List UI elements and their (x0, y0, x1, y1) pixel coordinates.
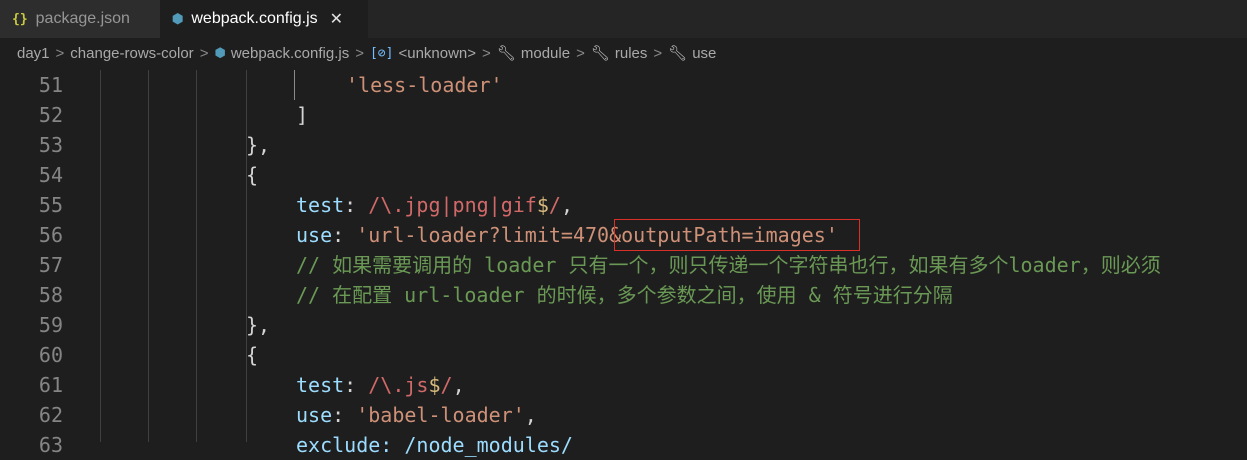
tab-label: webpack.config.js (191, 10, 318, 27)
code-token: use (296, 223, 333, 247)
code-token: exclude: /node_modules/ (296, 433, 573, 457)
code-line[interactable]: 63 exclude: /node_modules/ (0, 430, 1247, 460)
breadcrumb-item-file[interactable]: ⬢ webpack.config.js (214, 45, 349, 62)
code-token: , (452, 373, 465, 397)
line-number: 62 (38, 403, 63, 427)
code-token: }, (246, 313, 271, 337)
wrench-icon: 🔧︎ (668, 45, 688, 62)
wrench-icon: 🔧︎ (590, 45, 610, 62)
line-number: 63 (38, 433, 63, 457)
code-token: use (296, 403, 333, 427)
code-token: : (332, 223, 357, 247)
code-token: / (440, 373, 453, 397)
chevron-right-icon: > (482, 44, 491, 62)
code-line[interactable]: 53}, (0, 130, 1247, 160)
code-token: test (296, 193, 345, 217)
code-token: /\.js (368, 373, 429, 397)
line-number: 53 (38, 133, 63, 157)
line-number: 61 (38, 373, 63, 397)
code-line[interactable]: 60 { (0, 340, 1247, 370)
breadcrumb: day1 > change-rows-color > ⬢ webpack.con… (0, 38, 1247, 68)
breadcrumb-item-rules[interactable]: 🔧︎ rules (590, 44, 648, 63)
code-token: : (332, 403, 357, 427)
code-text: test: /\.jpg|png|gif$/, (296, 190, 573, 220)
chevron-right-icon: > (55, 44, 65, 62)
tab-webpack-config[interactable]: ⬢ webpack.config.js ✕ (160, 0, 368, 38)
code-token: test (296, 373, 345, 397)
code-token: { (246, 343, 259, 367)
code-editor[interactable]: 51'less-loader' 52] 53}, 54{55 test: /\.jpg|… (0, 70, 1247, 457)
breadcrumb-item-use[interactable]: 🔧︎ use (668, 44, 716, 63)
json-icon: {} (12, 11, 28, 27)
code-token: ] (296, 103, 309, 127)
code-token: , (524, 403, 537, 427)
code-text: test: /\.js$/, (296, 370, 465, 400)
code-text: ] (296, 100, 308, 130)
close-icon[interactable]: ✕ (330, 9, 343, 29)
code-text: // 如果需要调用的 loader 只有一个，则只传递一个字符串也行，如果有多个… (296, 250, 1161, 280)
code-token: 'less-loader' (346, 73, 503, 97)
code-token: 'url-loader?limit=470&outputPath=images' (356, 223, 838, 247)
line-number: 60 (38, 343, 63, 367)
code-text: { (246, 160, 258, 190)
code-text: use: 'babel-loader', (296, 400, 537, 430)
code-line[interactable]: 62 use: 'babel-loader', (0, 400, 1247, 430)
code-line[interactable]: 57 // 如果需要调用的 loader 只有一个，则只传递一个字符串也行，如果有… (0, 250, 1247, 280)
breadcrumb-item-unknown[interactable]: [⊘] <unknown> (370, 45, 476, 62)
line-number: 51 (38, 73, 63, 97)
webpack-icon: ⬢ (172, 11, 184, 26)
line-number: 52 (38, 103, 63, 127)
code-text: use: 'url-loader?limit=470&outputPath=im… (296, 220, 838, 250)
line-number: 56 (38, 223, 63, 247)
code-line[interactable]: 58 // 在配置 url-loader 的时候，多个参数之间，使用 & 符号进行… (0, 280, 1247, 310)
breadcrumb-item-module[interactable]: 🔧︎ module (496, 44, 570, 63)
code-token: // 在配置 url-loader 的时候，多个参数之间，使用 & 符号进行分隔 (296, 283, 953, 307)
breadcrumb-item-day1[interactable]: day1 (17, 45, 50, 62)
code-line[interactable]: 54 { (0, 160, 1247, 190)
chevron-right-icon: > (199, 44, 209, 62)
code-token: { (246, 163, 259, 187)
code-token: : (344, 373, 369, 397)
breadcrumb-item-folder[interactable]: change-rows-color (70, 45, 193, 62)
code-token: : (344, 193, 369, 217)
tab-label: package.json (35, 10, 130, 27)
code-text: 'less-loader' (346, 70, 503, 100)
chevron-right-icon: > (576, 44, 585, 62)
code-token: 'babel-loader' (356, 403, 525, 427)
wrench-icon: 🔧︎ (496, 45, 516, 62)
line-number: 57 (38, 253, 63, 277)
code-text: }, (246, 130, 270, 160)
code-line[interactable]: 55 test: /\.jpg|png|gif$/, (0, 190, 1247, 220)
line-number: 55 (38, 193, 63, 217)
line-number: 59 (38, 313, 63, 337)
code-line[interactable]: 51 'less-loader' (0, 70, 1247, 100)
code-token: $ (536, 193, 549, 217)
code-text: }, (246, 310, 270, 340)
code-line[interactable]: 56 use: 'url-loader?limit=470&outputPath=… (0, 220, 1247, 250)
code-line[interactable]: 52] (0, 100, 1247, 130)
code-token: }, (246, 133, 271, 157)
line-number: 54 (38, 163, 63, 187)
code-line[interactable]: 59}, (0, 310, 1247, 340)
line-number: 58 (38, 283, 63, 307)
tab-package-json[interactable]: {} package.json (0, 0, 160, 38)
variable-symbol-icon: [⊘] (369, 45, 394, 61)
code-line[interactable]: 61 test: /\.js$/, (0, 370, 1247, 400)
chevron-right-icon: > (355, 44, 364, 62)
code-token: , (560, 193, 573, 217)
chevron-right-icon: > (653, 44, 663, 62)
code-token: // 如果需要调用的 loader 只有一个，则只传递一个字符串也行，如果有多个… (296, 253, 1161, 277)
code-token: /\.jpg|png|gif (368, 193, 537, 217)
code-token: $ (428, 373, 441, 397)
code-text: // 在配置 url-loader 的时候，多个参数之间，使用 & 符号进行分隔 (296, 280, 953, 310)
tab-bar: {} package.json ⬢ webpack.config.js ✕ (0, 0, 1247, 38)
webpack-icon: ⬢ (214, 45, 226, 60)
code-token: / (548, 193, 561, 217)
code-text: exclude: /node_modules/ (296, 430, 573, 460)
code-text: { (246, 340, 258, 370)
